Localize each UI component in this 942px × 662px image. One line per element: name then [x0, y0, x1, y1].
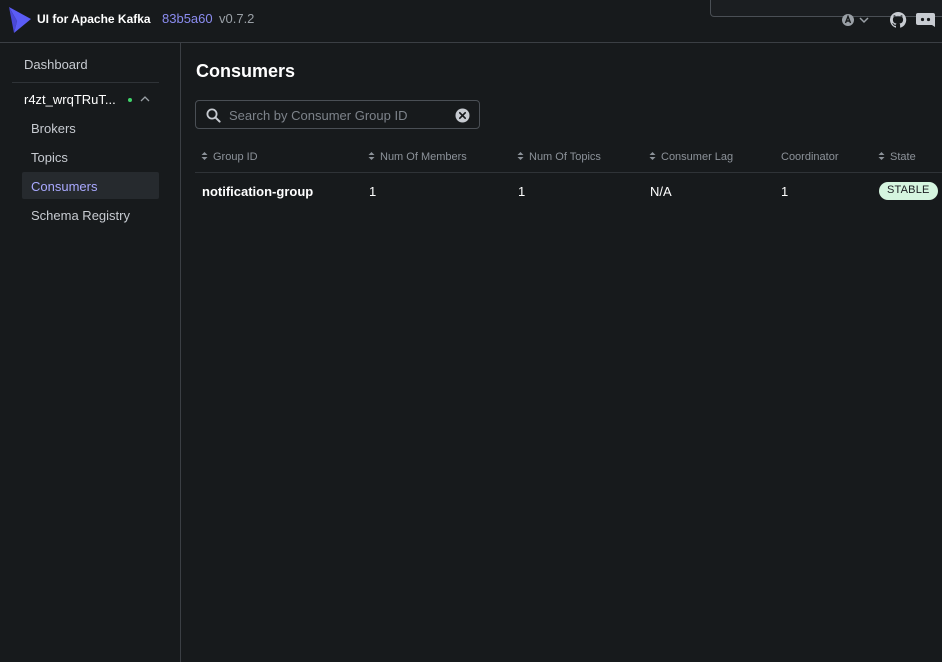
column-header-num-members[interactable]: Num Of Members [368, 151, 467, 165]
sidebar-item-schema-registry[interactable]: Schema Registry [22, 201, 159, 228]
sidebar-divider [12, 82, 159, 83]
column-header-label: State [890, 151, 916, 163]
top-bar: UI for Apache Kafka 83b5a60 v0.7.2 [0, 0, 942, 43]
column-header-group-id[interactable]: Group ID [201, 151, 258, 165]
cell-num-members: 1 [369, 184, 377, 199]
sort-icon [368, 152, 375, 160]
cell-consumer-lag: N/A [650, 184, 672, 199]
column-header-state[interactable]: State [878, 151, 916, 165]
consumer-group-link[interactable]: notification-group [202, 184, 313, 199]
column-header-num-topics[interactable]: Num Of Topics [517, 151, 601, 165]
main-content: Consumers Group ID Num Of Members Num Of… [181, 43, 942, 662]
app-title[interactable]: UI for Apache Kafka [37, 12, 151, 26]
status-badge: STABLE [879, 182, 938, 200]
sidebar-item-brokers[interactable]: Brokers [22, 114, 159, 141]
table-header-divider [195, 172, 942, 173]
chevron-up-icon[interactable] [140, 95, 150, 103]
sidebar-item-topics[interactable]: Topics [22, 143, 159, 170]
overlay-panel [710, 0, 942, 17]
sort-icon [517, 152, 524, 160]
column-header-coordinator: Coordinator [781, 151, 838, 165]
sidebar: Dashboard r4zt_wrqTRuT... Brokers Topics… [0, 43, 181, 662]
page-title: Consumers [196, 61, 296, 81]
chevron-down-icon [859, 17, 869, 24]
column-header-label: Coordinator [781, 151, 839, 163]
column-header-consumer-lag[interactable]: Consumer Lag [649, 151, 733, 165]
cluster-toggle[interactable]: r4zt_wrqTRuT... [24, 92, 159, 110]
search-box[interactable] [195, 100, 480, 129]
sidebar-item-dashboard[interactable]: Dashboard [24, 57, 88, 72]
column-header-label: Group ID [213, 151, 258, 163]
clear-search-icon[interactable] [455, 108, 470, 123]
theme-toggle-button[interactable] [841, 13, 871, 27]
column-header-label: Num Of Members [380, 151, 467, 163]
sort-icon [878, 152, 885, 160]
cluster-status-dot [128, 98, 132, 102]
cell-num-topics: 1 [518, 184, 526, 199]
version-number: v0.7.2 [219, 11, 255, 26]
discord-icon[interactable] [915, 12, 936, 28]
sort-icon [201, 152, 208, 160]
github-icon[interactable] [889, 11, 907, 29]
cell-coordinator: 1 [781, 184, 789, 199]
sidebar-item-consumers[interactable]: Consumers [22, 172, 159, 199]
kafka-logo[interactable] [8, 6, 32, 34]
version-hash-link[interactable]: 83b5a60 [162, 11, 213, 26]
sort-icon [649, 152, 656, 160]
column-header-label: Num Of Topics [529, 151, 601, 163]
search-input[interactable] [229, 105, 449, 125]
search-icon [206, 108, 221, 123]
cluster-name: r4zt_wrqTRuT... [24, 92, 116, 107]
column-header-label: Consumer Lag [661, 151, 734, 163]
